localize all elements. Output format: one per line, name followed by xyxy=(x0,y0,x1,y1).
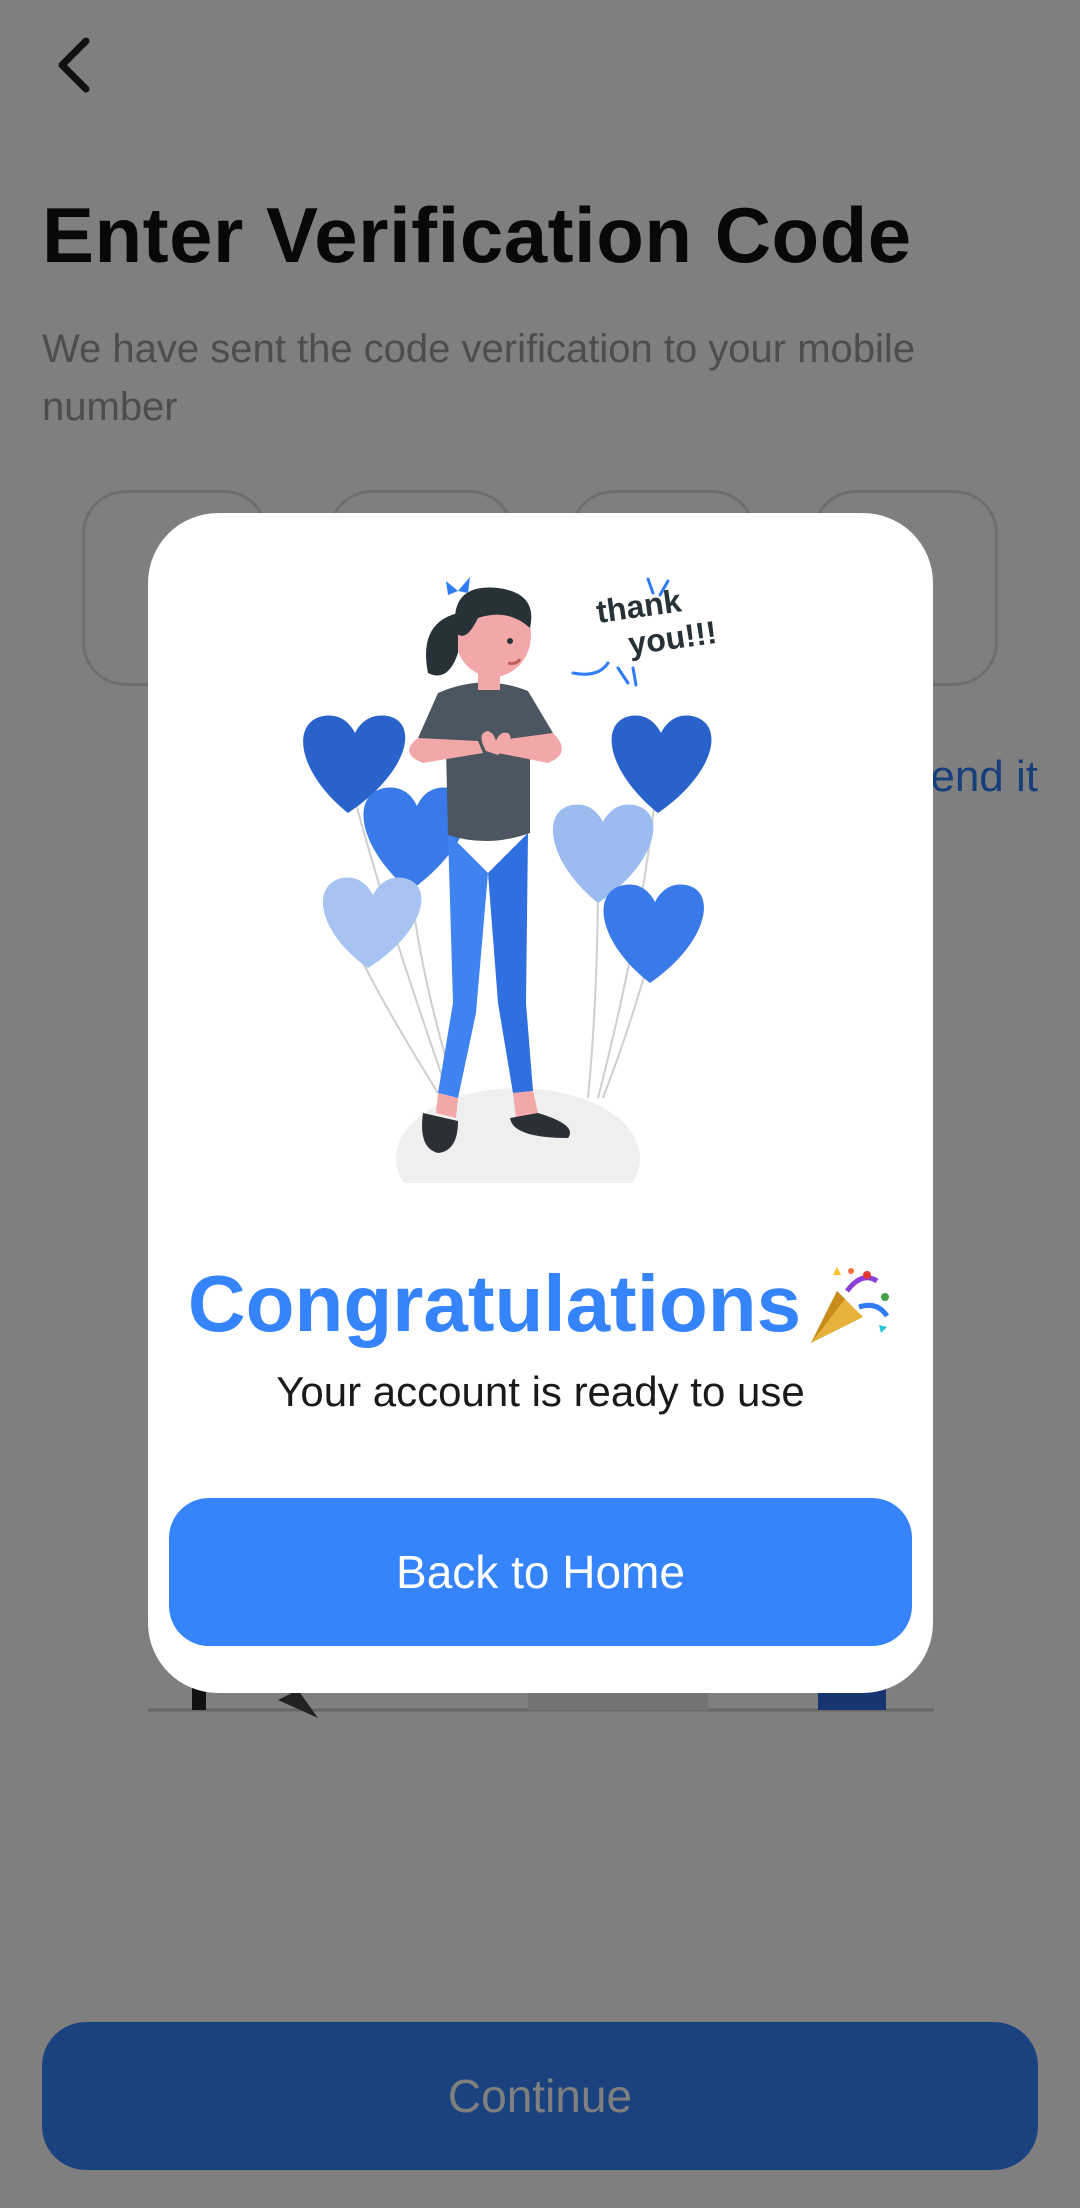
thank-you-illustration: thank you!!! xyxy=(303,577,719,1183)
success-dialog: thank you!!! Congratulations Your accoun… xyxy=(148,513,933,1693)
back-to-home-button[interactable]: Back to Home xyxy=(169,1498,912,1646)
success-message: Your account is ready to use xyxy=(276,1368,805,1415)
congratulations-heading: Congratulations xyxy=(148,1258,933,1350)
congratulations-title: Congratulations xyxy=(187,1259,802,1348)
party-popper-icon xyxy=(811,1267,890,1343)
